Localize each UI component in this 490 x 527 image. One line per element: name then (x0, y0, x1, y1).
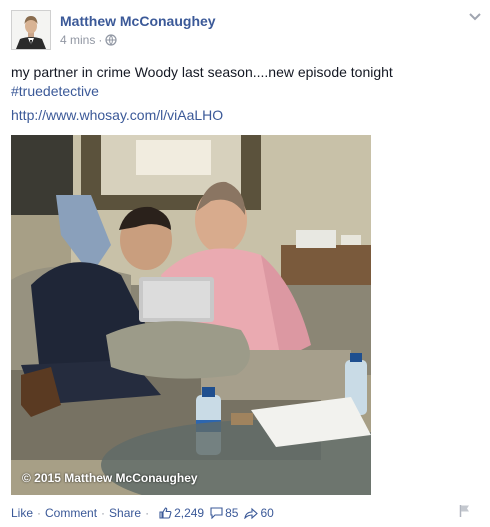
author-name[interactable]: Matthew McConaughey (60, 13, 216, 29)
hashtag-link[interactable]: #truedetective (11, 83, 99, 99)
post-url-link[interactable]: http://www.whosay.com/l/viAaLHO (11, 107, 223, 123)
meta-separator: · (98, 33, 103, 47)
separator: · (101, 506, 106, 520)
thumbs-up-icon (159, 507, 172, 519)
likes-count[interactable]: 2,249 (159, 506, 204, 520)
comments-value: 85 (225, 506, 239, 520)
comments-count[interactable]: 85 (210, 506, 238, 520)
avatar[interactable] (11, 10, 51, 50)
flag-icon[interactable] (459, 504, 471, 517)
profile-photo (12, 11, 50, 49)
share-icon (244, 507, 259, 519)
comment-icon (210, 507, 223, 519)
post-text: my partner in crime Woody last season...… (11, 63, 471, 101)
likes-value: 2,249 (174, 506, 205, 520)
post-actions: Like · Comment · Share · 2,249 85 60 (11, 505, 274, 521)
globe-icon[interactable] (105, 34, 117, 46)
shares-count[interactable]: 60 (244, 506, 274, 520)
comment-button[interactable]: Comment (45, 506, 97, 520)
like-button[interactable]: Like (11, 506, 33, 520)
photo-illustration (11, 135, 371, 495)
share-button[interactable]: Share (109, 506, 141, 520)
separator: · (145, 506, 150, 520)
post-photo[interactable]: © 2015 Matthew McConaughey (11, 135, 371, 495)
post-message: my partner in crime Woody last season...… (11, 64, 393, 80)
shares-value: 60 (260, 506, 274, 520)
photo-credit: © 2015 Matthew McConaughey (22, 471, 198, 485)
separator: · (37, 506, 42, 520)
timestamp[interactable]: 4 mins (60, 33, 95, 47)
chevron-down-icon[interactable] (468, 12, 482, 22)
post-meta: 4 mins · (60, 33, 117, 47)
